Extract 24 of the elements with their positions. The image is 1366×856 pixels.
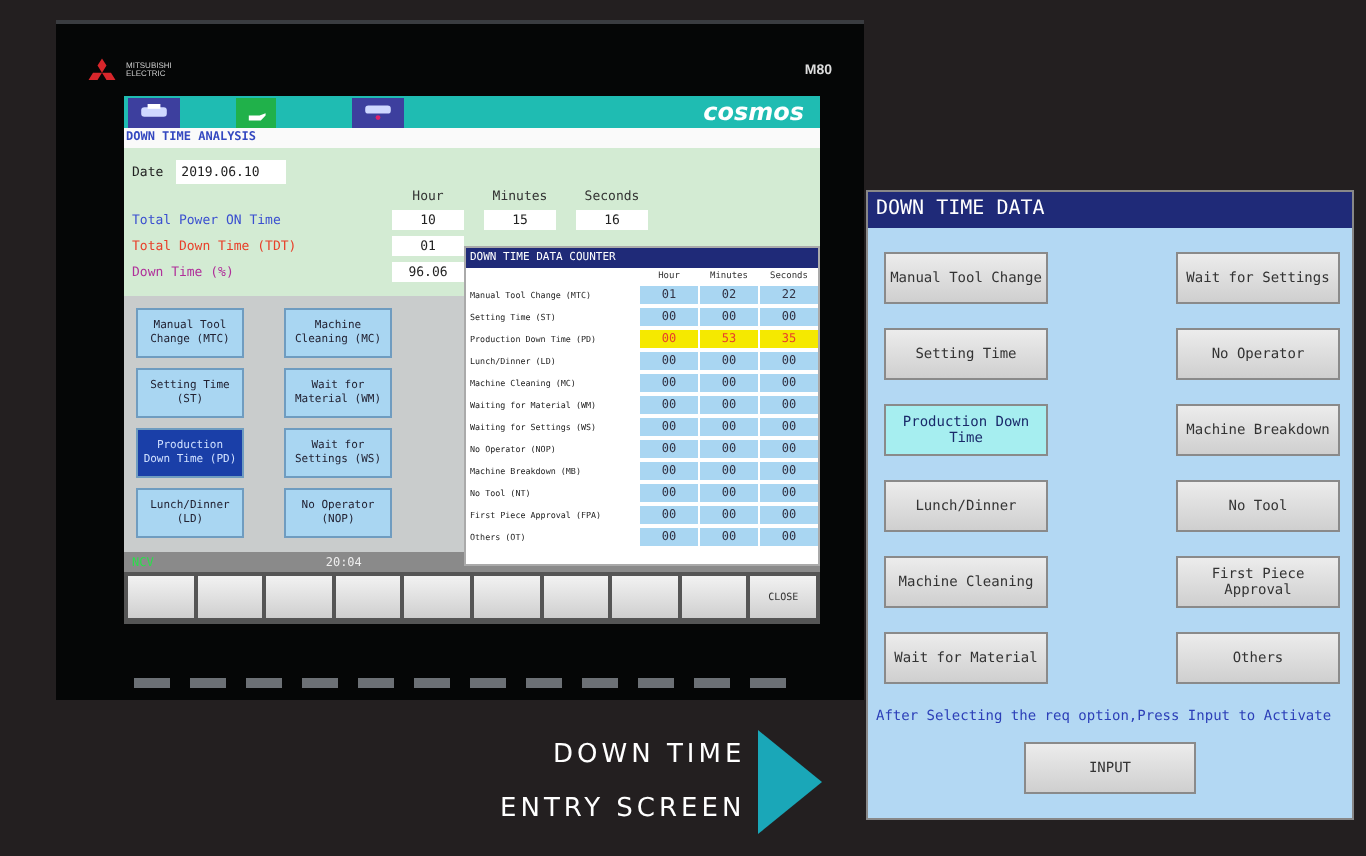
triangle-arrow-icon xyxy=(757,730,822,834)
cosmos-logo: cosmos xyxy=(703,98,806,126)
caption-text: ENTRY SCREEN xyxy=(500,792,746,828)
function-key[interactable] xyxy=(681,576,747,618)
function-key[interactable] xyxy=(543,576,609,618)
hardware-key[interactable] xyxy=(134,678,170,688)
diamonds-logo-icon xyxy=(84,57,120,83)
hardware-key[interactable] xyxy=(750,678,786,688)
hardware-key[interactable] xyxy=(302,678,338,688)
hardware-key[interactable] xyxy=(470,678,506,688)
hardware-key[interactable] xyxy=(526,678,562,688)
hardware-key[interactable] xyxy=(414,678,450,688)
hardware-key[interactable] xyxy=(582,678,618,688)
hardware-key[interactable] xyxy=(358,678,394,688)
hardware-key[interactable] xyxy=(190,678,226,688)
hardware-key[interactable] xyxy=(246,678,282,688)
function-key[interactable] xyxy=(197,576,263,618)
toolbar-button[interactable] xyxy=(128,97,180,127)
toolbar-button[interactable] xyxy=(352,97,404,127)
hardware-key[interactable] xyxy=(694,678,730,688)
panel-title: DOWN TIME DATA xyxy=(868,192,1352,228)
function-key[interactable] xyxy=(335,576,401,618)
caption-text: DOWN TIME xyxy=(553,738,746,774)
hardware-key[interactable] xyxy=(638,678,674,688)
